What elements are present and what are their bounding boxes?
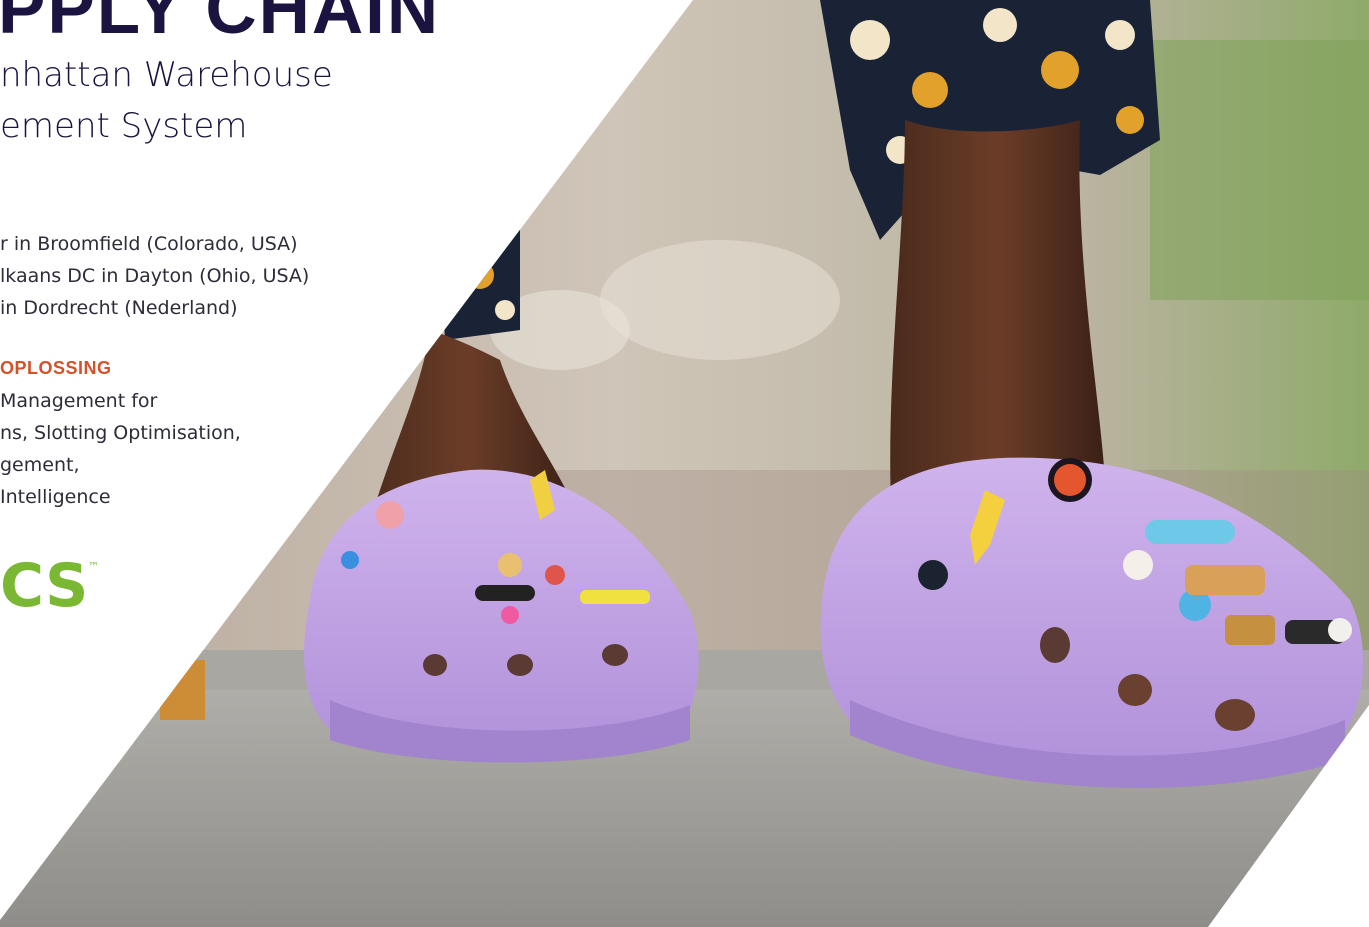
page-title: PPLY CHAIN [0, 0, 441, 49]
location-list: r in Broomfield (Colorado, USA) lkaans D… [0, 228, 309, 324]
logo-text: CS [0, 551, 88, 610]
logo-trademark: ™ [88, 560, 99, 573]
subtitle-line: nhattan Warehouse [0, 55, 333, 95]
solution-heading: OPLOSSING [0, 358, 112, 378]
subtitle-line: ement System [0, 106, 248, 146]
location-item: in Dordrecht (Nederland) [0, 297, 238, 319]
page-subtitle: nhattan Warehouse ement System [0, 50, 333, 152]
location-item: r in Broomfield (Colorado, USA) [0, 233, 298, 255]
solution-line: gement, [0, 454, 80, 476]
text-panel: PPLY CHAIN nhattan Warehouse ement Syste… [0, 0, 700, 927]
solution-line: Management for [0, 390, 158, 412]
solution-line: Intelligence [0, 486, 111, 508]
solution-line: ns, Slotting Optimisation, [0, 422, 241, 444]
solution-body: Management for ns, Slotting Optimisation… [0, 385, 241, 513]
crocs-logo: CS ™ [0, 551, 99, 610]
location-item: lkaans DC in Dayton (Ohio, USA) [0, 265, 310, 287]
